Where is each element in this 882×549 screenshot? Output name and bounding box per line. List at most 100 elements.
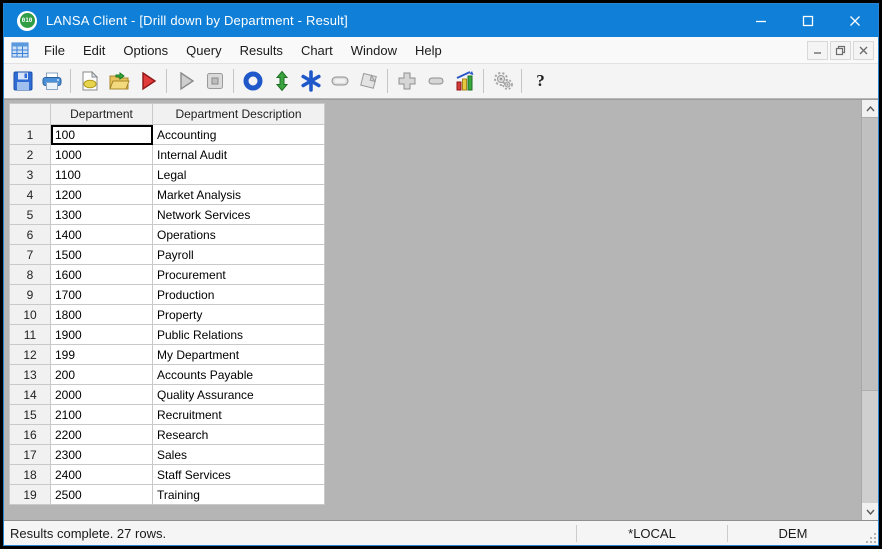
department-cell[interactable]: 1200 <box>50 184 153 205</box>
stop-button[interactable] <box>200 67 229 95</box>
table-row[interactable]: 17 2300 Sales <box>9 444 325 465</box>
table-row[interactable]: 11 1900 Public Relations <box>9 324 325 345</box>
department-cell[interactable]: 1900 <box>50 324 153 345</box>
row-number-cell[interactable]: 17 <box>9 444 51 465</box>
band-button[interactable] <box>325 67 354 95</box>
document-grid-icon[interactable] <box>11 42 29 58</box>
table-row[interactable]: 5 1300 Network Services <box>9 204 325 225</box>
table-row[interactable]: 15 2100 Recruitment <box>9 404 325 425</box>
description-cell[interactable]: Sales <box>152 444 325 465</box>
scroll-down-button[interactable] <box>862 503 878 520</box>
department-cell[interactable]: 2400 <box>50 464 153 485</box>
row-number-cell[interactable]: 6 <box>9 224 51 245</box>
description-cell[interactable]: Quality Assurance <box>152 384 325 405</box>
row-number-cell[interactable]: 16 <box>9 424 51 445</box>
row-number-cell[interactable]: 19 <box>9 484 51 505</box>
row-number-cell[interactable]: 3 <box>9 164 51 185</box>
row-number-cell[interactable]: 2 <box>9 144 51 165</box>
menu-item[interactable]: Options <box>114 37 177 63</box>
department-cell[interactable]: 2500 <box>50 484 153 505</box>
scroll-up-button[interactable] <box>862 100 878 117</box>
row-number-cell[interactable]: 11 <box>9 324 51 345</box>
continue-button[interactable] <box>171 67 200 95</box>
description-cell[interactable]: Accounts Payable <box>152 364 325 385</box>
row-number-cell[interactable]: 4 <box>9 184 51 205</box>
close-button[interactable] <box>831 4 878 37</box>
table-row[interactable]: 6 1400 Operations <box>9 224 325 245</box>
row-number-cell[interactable]: 15 <box>9 404 51 425</box>
run-query-button[interactable] <box>133 67 162 95</box>
report-button[interactable] <box>354 67 383 95</box>
menu-item[interactable]: Results <box>231 37 292 63</box>
department-cell[interactable]: 1500 <box>50 244 153 265</box>
table-row[interactable]: 3 1100 Legal <box>9 164 325 185</box>
description-cell[interactable]: Production <box>152 284 325 305</box>
table-row[interactable]: 2 1000 Internal Audit <box>9 144 325 165</box>
description-cell[interactable]: Public Relations <box>152 324 325 345</box>
department-cell[interactable]: 2300 <box>50 444 153 465</box>
ring-button[interactable] <box>238 67 267 95</box>
table-row[interactable]: 12 199 My Department <box>9 344 325 365</box>
table-row[interactable]: 10 1800 Property <box>9 304 325 325</box>
description-cell[interactable]: Network Services <box>152 204 325 225</box>
menu-item[interactable]: Edit <box>74 37 114 63</box>
row-number-cell[interactable]: 12 <box>9 344 51 365</box>
resize-grip[interactable] <box>858 521 878 545</box>
description-cell[interactable]: Internal Audit <box>152 144 325 165</box>
mdi-minimize-button[interactable] <box>807 40 828 60</box>
department-cell[interactable]: 1000 <box>50 144 153 165</box>
description-cell[interactable]: Property <box>152 304 325 325</box>
row-number-cell[interactable]: 1 <box>9 124 51 145</box>
table-row[interactable]: 4 1200 Market Analysis <box>9 184 325 205</box>
description-cell[interactable]: Recruitment <box>152 404 325 425</box>
department-cell[interactable]: 2000 <box>50 384 153 405</box>
menu-item[interactable]: Chart <box>292 37 342 63</box>
maximize-button[interactable] <box>784 4 831 37</box>
description-cell[interactable]: Procurement <box>152 264 325 285</box>
department-cell[interactable]: 1300 <box>50 204 153 225</box>
table-row[interactable]: 19 2500 Training <box>9 484 325 505</box>
department-cell[interactable]: 1700 <box>50 284 153 305</box>
row-number-cell[interactable]: 8 <box>9 264 51 285</box>
table-row[interactable]: 14 2000 Quality Assurance <box>9 384 325 405</box>
expand-button[interactable] <box>267 67 296 95</box>
department-cell[interactable]: 1800 <box>50 304 153 325</box>
row-number-header[interactable] <box>9 103 51 125</box>
vertical-scrollbar[interactable] <box>861 100 878 520</box>
row-number-cell[interactable]: 14 <box>9 384 51 405</box>
minimize-button[interactable] <box>737 4 784 37</box>
description-cell[interactable]: Payroll <box>152 244 325 265</box>
print-button[interactable] <box>37 67 66 95</box>
department-cell[interactable]: 2100 <box>50 404 153 425</box>
table-row[interactable]: 16 2200 Research <box>9 424 325 445</box>
description-cell[interactable]: Research <box>152 424 325 445</box>
menu-item[interactable]: Help <box>406 37 451 63</box>
table-row[interactable]: 13 200 Accounts Payable <box>9 364 325 385</box>
department-cell[interactable]: 199 <box>50 344 153 365</box>
table-row[interactable]: 7 1500 Payroll <box>9 244 325 265</box>
mdi-close-button[interactable] <box>853 40 874 60</box>
menu-item[interactable]: Window <box>342 37 406 63</box>
row-number-cell[interactable]: 10 <box>9 304 51 325</box>
asterisk-button[interactable] <box>296 67 325 95</box>
remove-button[interactable] <box>421 67 450 95</box>
table-row[interactable]: 9 1700 Production <box>9 284 325 305</box>
help-button[interactable]: ? <box>526 67 555 95</box>
description-cell[interactable]: Staff Services <box>152 464 325 485</box>
description-cell[interactable]: My Department <box>152 344 325 365</box>
description-cell[interactable]: Operations <box>152 224 325 245</box>
table-row[interactable]: 8 1600 Procurement <box>9 264 325 285</box>
row-number-cell[interactable]: 13 <box>9 364 51 385</box>
row-number-cell[interactable]: 18 <box>9 464 51 485</box>
row-number-cell[interactable]: 7 <box>9 244 51 265</box>
description-cell[interactable]: Legal <box>152 164 325 185</box>
department-cell[interactable]: 2200 <box>50 424 153 445</box>
chart-button[interactable] <box>450 67 479 95</box>
new-query-button[interactable] <box>75 67 104 95</box>
department-cell[interactable]: 100 <box>50 124 153 145</box>
row-number-cell[interactable]: 5 <box>9 204 51 225</box>
add-button[interactable] <box>392 67 421 95</box>
department-cell[interactable]: 200 <box>50 364 153 385</box>
description-cell[interactable]: Accounting <box>152 124 325 145</box>
table-row[interactable]: 18 2400 Staff Services <box>9 464 325 485</box>
